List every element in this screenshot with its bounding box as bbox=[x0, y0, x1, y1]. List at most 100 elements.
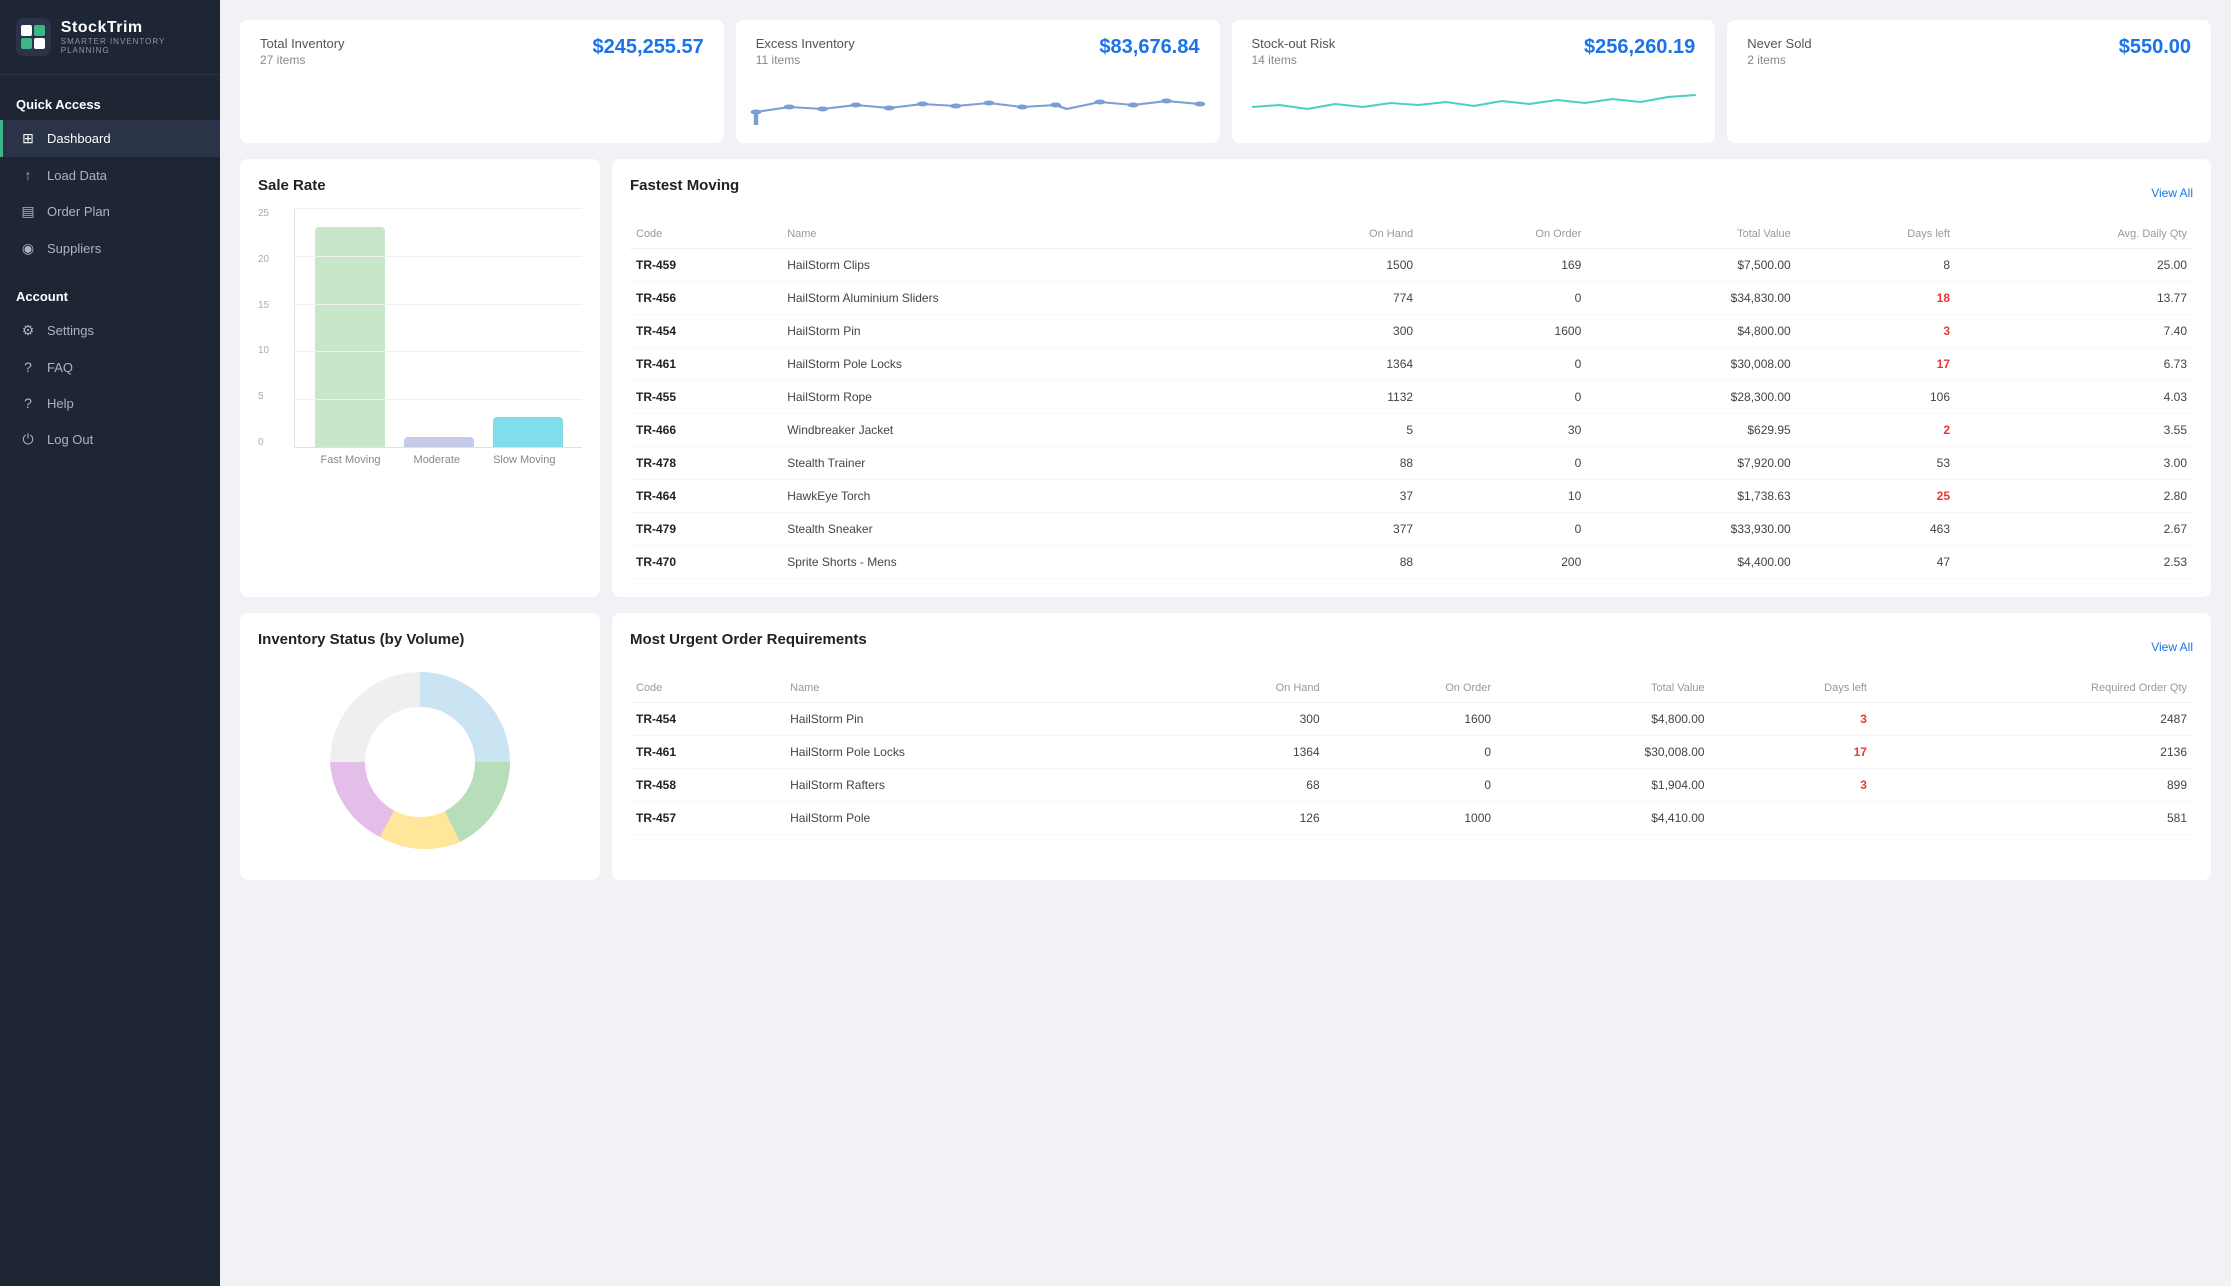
cell-on-order: 10 bbox=[1419, 480, 1587, 513]
bar-fast-moving bbox=[305, 227, 394, 447]
cell-code: TR-454 bbox=[630, 703, 784, 736]
col-days-left: Days left bbox=[1797, 220, 1956, 249]
cell-name: HailStorm Rope bbox=[781, 381, 1256, 414]
sale-rate-panel: Sale Rate 25 20 15 10 5 0 bbox=[240, 159, 600, 597]
urgent-orders-view-all[interactable]: View All bbox=[2151, 640, 2193, 654]
urgent-orders-title: Most Urgent Order Requirements bbox=[630, 631, 867, 648]
sidebar-item-load-data[interactable]: ↑ Load Data bbox=[0, 157, 220, 193]
cell-code: TR-457 bbox=[630, 802, 784, 835]
table-row: TR-454 HailStorm Pin 300 1600 $4,800.00 … bbox=[630, 315, 2193, 348]
table-row: TR-456 HailStorm Aluminium Sliders 774 0… bbox=[630, 282, 2193, 315]
cell-on-order: 30 bbox=[1419, 414, 1587, 447]
col-name: Name bbox=[781, 220, 1256, 249]
cell-on-hand: 5 bbox=[1256, 414, 1419, 447]
cell-code: TR-470 bbox=[630, 546, 781, 579]
cell-code: TR-454 bbox=[630, 315, 781, 348]
cell-name: HawkEye Torch bbox=[781, 480, 1256, 513]
cell-avg-daily: 6.73 bbox=[1956, 348, 2193, 381]
total-inventory-title: Total Inventory bbox=[260, 36, 345, 51]
main-content: Total Inventory 27 items $245,255.57 Exc… bbox=[220, 0, 2231, 1286]
uo-col-total-value: Total Value bbox=[1497, 674, 1711, 703]
stat-card-never-sold: Never Sold 2 items $550.00 bbox=[1727, 20, 2211, 143]
cell-name: HailStorm Pole Locks bbox=[781, 348, 1256, 381]
cell-name: HailStorm Pin bbox=[784, 703, 1159, 736]
cell-name: Stealth Sneaker bbox=[781, 513, 1256, 546]
cell-total-value: $629.95 bbox=[1587, 414, 1796, 447]
urgent-orders-panel: Most Urgent Order Requirements View All … bbox=[612, 613, 2211, 880]
fastest-moving-tbody: TR-459 HailStorm Clips 1500 169 $7,500.0… bbox=[630, 249, 2193, 579]
sidebar-item-settings[interactable]: ⚙ Settings bbox=[0, 312, 220, 349]
uo-col-req-qty: Required Order Qty bbox=[1873, 674, 2193, 703]
cell-name: HailStorm Pole Locks bbox=[784, 736, 1159, 769]
cell-days-left: 3 bbox=[1711, 703, 1873, 736]
logo-area: StockTrim SMARTER INVENTORY PLANNING bbox=[0, 0, 220, 75]
fastest-moving-table: Code Name On Hand On Order Total Value D… bbox=[630, 220, 2193, 579]
sidebar-item-dashboard[interactable]: ⊞ Dashboard bbox=[0, 120, 220, 157]
faq-icon: ? bbox=[19, 359, 37, 375]
sidebar-load-data-label: Load Data bbox=[47, 168, 107, 183]
urgent-orders-header: Most Urgent Order Requirements View All bbox=[630, 631, 2193, 662]
urgent-orders-tbody: TR-454 HailStorm Pin 300 1600 $4,800.00 … bbox=[630, 703, 2193, 835]
y-label-10: 10 bbox=[258, 345, 269, 356]
sidebar-item-help[interactable]: ? Help bbox=[0, 385, 220, 421]
cell-days-left: 3 bbox=[1797, 315, 1956, 348]
inventory-status-panel: Inventory Status (by Volume) bbox=[240, 613, 600, 880]
fastest-moving-header: Fastest Moving View All bbox=[630, 177, 2193, 208]
cell-avg-daily: 3.55 bbox=[1956, 414, 2193, 447]
cell-on-order: 0 bbox=[1419, 348, 1587, 381]
bar-label-moderate: Moderate bbox=[414, 454, 460, 466]
quick-access-label: Quick Access bbox=[0, 75, 220, 120]
cell-on-hand: 68 bbox=[1160, 769, 1326, 802]
bar-moderate-rect bbox=[404, 437, 474, 447]
sidebar-item-faq[interactable]: ? FAQ bbox=[0, 349, 220, 385]
excess-inventory-items: 11 items bbox=[756, 53, 855, 67]
cell-code: TR-455 bbox=[630, 381, 781, 414]
sidebar-item-logout[interactable]: ⏻ Log Out bbox=[0, 421, 220, 458]
panels-row-top: Sale Rate 25 20 15 10 5 0 bbox=[240, 159, 2211, 597]
cell-avg-daily: 7.40 bbox=[1956, 315, 2193, 348]
fastest-moving-title: Fastest Moving bbox=[630, 177, 739, 194]
y-label-25: 25 bbox=[258, 208, 269, 219]
sidebar-help-label: Help bbox=[47, 396, 74, 411]
cell-days-left: 25 bbox=[1797, 480, 1956, 513]
cell-total-value: $30,008.00 bbox=[1587, 348, 1796, 381]
cell-avg-daily: 2.67 bbox=[1956, 513, 2193, 546]
fastest-moving-view-all[interactable]: View All bbox=[2151, 186, 2193, 200]
sidebar-item-suppliers[interactable]: ◉ Suppliers bbox=[0, 230, 220, 267]
cell-on-hand: 126 bbox=[1160, 802, 1326, 835]
cell-on-order: 0 bbox=[1326, 769, 1497, 802]
col-on-order: On Order bbox=[1419, 220, 1587, 249]
cell-on-order: 1000 bbox=[1326, 802, 1497, 835]
total-inventory-items: 27 items bbox=[260, 53, 345, 67]
table-row: TR-464 HawkEye Torch 37 10 $1,738.63 25 … bbox=[630, 480, 2193, 513]
stockout-risk-title: Stock-out Risk bbox=[1252, 36, 1336, 51]
cell-on-order: 0 bbox=[1419, 447, 1587, 480]
cell-total-value: $33,930.00 bbox=[1587, 513, 1796, 546]
stat-card-total-inventory: Total Inventory 27 items $245,255.57 bbox=[240, 20, 724, 143]
sidebar-settings-label: Settings bbox=[47, 323, 94, 338]
cell-req-qty: 2487 bbox=[1873, 703, 2193, 736]
sidebar-suppliers-label: Suppliers bbox=[47, 241, 101, 256]
cell-total-value: $4,800.00 bbox=[1497, 703, 1711, 736]
sidebar-dashboard-label: Dashboard bbox=[47, 131, 111, 146]
logo-icon bbox=[16, 18, 51, 56]
sidebar-order-plan-label: Order Plan bbox=[47, 204, 110, 219]
cell-on-order: 169 bbox=[1419, 249, 1587, 282]
sidebar-item-order-plan[interactable]: ▤ Order Plan bbox=[0, 193, 220, 230]
table-row: TR-479 Stealth Sneaker 377 0 $33,930.00 … bbox=[630, 513, 2193, 546]
cell-code: TR-461 bbox=[630, 348, 781, 381]
never-sold-value: $550.00 bbox=[2119, 36, 2191, 59]
stat-card-excess-inventory: Excess Inventory 11 items $83,676.84 bbox=[736, 20, 1220, 143]
inventory-status-title: Inventory Status (by Volume) bbox=[258, 631, 582, 648]
cell-total-value: $4,400.00 bbox=[1587, 546, 1796, 579]
cell-avg-daily: 13.77 bbox=[1956, 282, 2193, 315]
cell-total-value: $4,800.00 bbox=[1587, 315, 1796, 348]
y-label-5: 5 bbox=[258, 391, 269, 402]
excess-inventory-title: Excess Inventory bbox=[756, 36, 855, 51]
account-label: Account bbox=[0, 267, 220, 312]
cell-code: TR-479 bbox=[630, 513, 781, 546]
cell-name: Stealth Trainer bbox=[781, 447, 1256, 480]
cell-req-qty: 2136 bbox=[1873, 736, 2193, 769]
excess-inventory-value: $83,676.84 bbox=[1099, 36, 1199, 59]
y-label-15: 15 bbox=[258, 300, 269, 311]
